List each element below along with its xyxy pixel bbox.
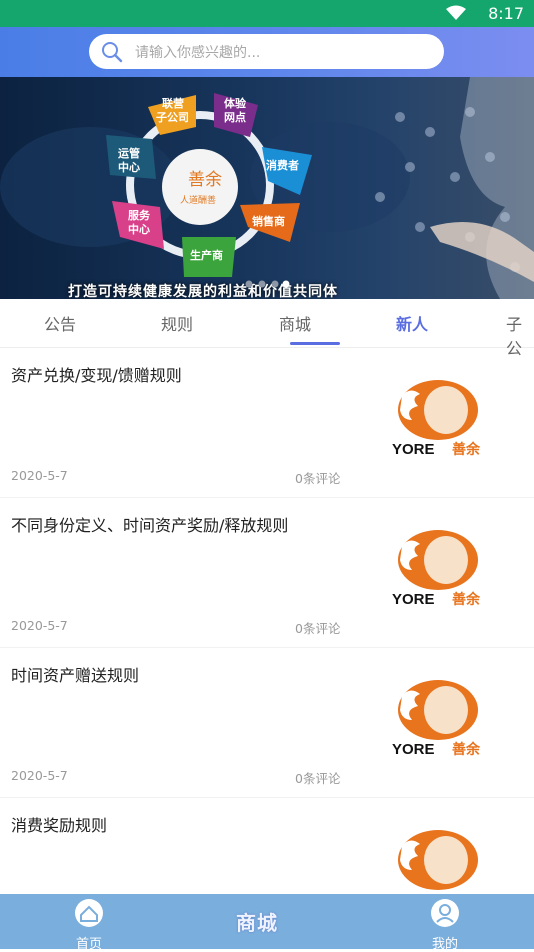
status-time: 8:17	[488, 4, 524, 23]
yore-logo: YORE 善余	[392, 380, 481, 458]
item-date: 2020-5-7	[11, 618, 68, 633]
yore-logo: YORE 善余	[392, 680, 481, 758]
item-title: 不同身份定义、时间资产奖励/释放规则	[11, 516, 289, 535]
item-title: 资产兑换/变现/馈赠规则	[11, 366, 182, 385]
tab-announcement[interactable]: 公告	[44, 311, 76, 335]
svg-text:销售商: 销售商	[252, 214, 285, 228]
category-tabs: 公告 规则 商城 新人 子公	[0, 299, 534, 358]
list-item[interactable]: 资产兑换/变现/馈赠规则 YORE 善余 2020-5-7 0条评论	[0, 348, 534, 498]
logo-en: YORE	[392, 741, 435, 758]
tab-mall[interactable]: 商城	[279, 311, 311, 335]
carousel-indicator	[245, 280, 290, 288]
article-list: 资产兑换/变现/馈赠规则 YORE 善余 2020-5-7 0条评论 不同身份定…	[0, 348, 534, 948]
nav-home-label: 首页	[75, 937, 102, 952]
item-title: 消费奖励规则	[11, 816, 108, 835]
nav-mine[interactable]: 我的	[415, 898, 475, 952]
logo-cn: 善余	[452, 591, 481, 608]
header: 请输入你感兴趣的...	[0, 27, 534, 77]
svg-text:体验: 体验	[224, 96, 247, 110]
svg-text:生产商: 生产商	[190, 248, 223, 262]
yore-logo: YORE 善余	[392, 530, 481, 608]
tab-rules[interactable]: 规则	[161, 311, 193, 335]
svg-text:善余: 善余	[188, 170, 222, 190]
item-comments: 0条评论	[295, 621, 341, 636]
logo-cn: 善余	[452, 441, 481, 458]
banner-caption: 打造可持续健康发展的利益和价值共同体	[68, 284, 338, 299]
list-item[interactable]: 不同身份定义、时间资产奖励/释放规则 YORE 善余 2020-5-7 0条评论	[0, 498, 534, 648]
item-comments: 0条评论	[295, 771, 341, 786]
search-input[interactable]: 请输入你感兴趣的...	[89, 34, 444, 69]
logo-en: YORE	[392, 441, 435, 458]
item-date: 2020-5-7	[11, 468, 68, 483]
status-bar: 8:17	[0, 0, 534, 27]
svg-text:网点: 网点	[224, 110, 246, 124]
search-icon	[102, 41, 123, 62]
wifi-icon	[446, 5, 466, 20]
svg-text:中心: 中心	[118, 160, 140, 174]
profile-icon	[431, 899, 459, 927]
item-title: 时间资产赠送规则	[11, 666, 140, 685]
list-item[interactable]: 时间资产赠送规则 YORE 善余 2020-5-7 0条评论	[0, 648, 534, 798]
nav-mall[interactable]: 商城	[236, 907, 278, 936]
bottom-nav: 首页 商城 我的	[0, 894, 534, 952]
item-comments: 0条评论	[295, 471, 341, 486]
nav-mine-label: 我的	[431, 937, 458, 952]
svg-text:消费者: 消费者	[266, 158, 299, 172]
item-date: 2020-5-7	[11, 768, 68, 783]
banner-image: 联营子公司 体验网点 消费者 销售商 生产商 服务中心 运管中心 善余 人道酬善	[0, 77, 534, 299]
svg-text:子公司: 子公司	[156, 111, 189, 124]
svg-text:中心: 中心	[128, 222, 150, 236]
svg-text:联营: 联营	[162, 96, 184, 110]
svg-text:服务: 服务	[128, 208, 151, 222]
home-icon	[75, 899, 103, 927]
svg-text:人道酬善: 人道酬善	[180, 194, 216, 206]
tab-newcomer[interactable]: 新人	[396, 311, 428, 335]
nav-home[interactable]: 首页	[59, 898, 119, 952]
svg-text:运管: 运管	[118, 146, 140, 160]
banner-carousel[interactable]: 联营 子公司 体验 网点 消费者 销售商 生产商 服务 中心 运管 中心 善余 人道酬善…	[0, 77, 534, 299]
logo-cn: 善余	[452, 741, 481, 758]
tab-active-indicator	[290, 342, 340, 345]
search-placeholder: 请输入你感兴趣的...	[135, 44, 261, 61]
logo-en: YORE	[392, 591, 435, 608]
